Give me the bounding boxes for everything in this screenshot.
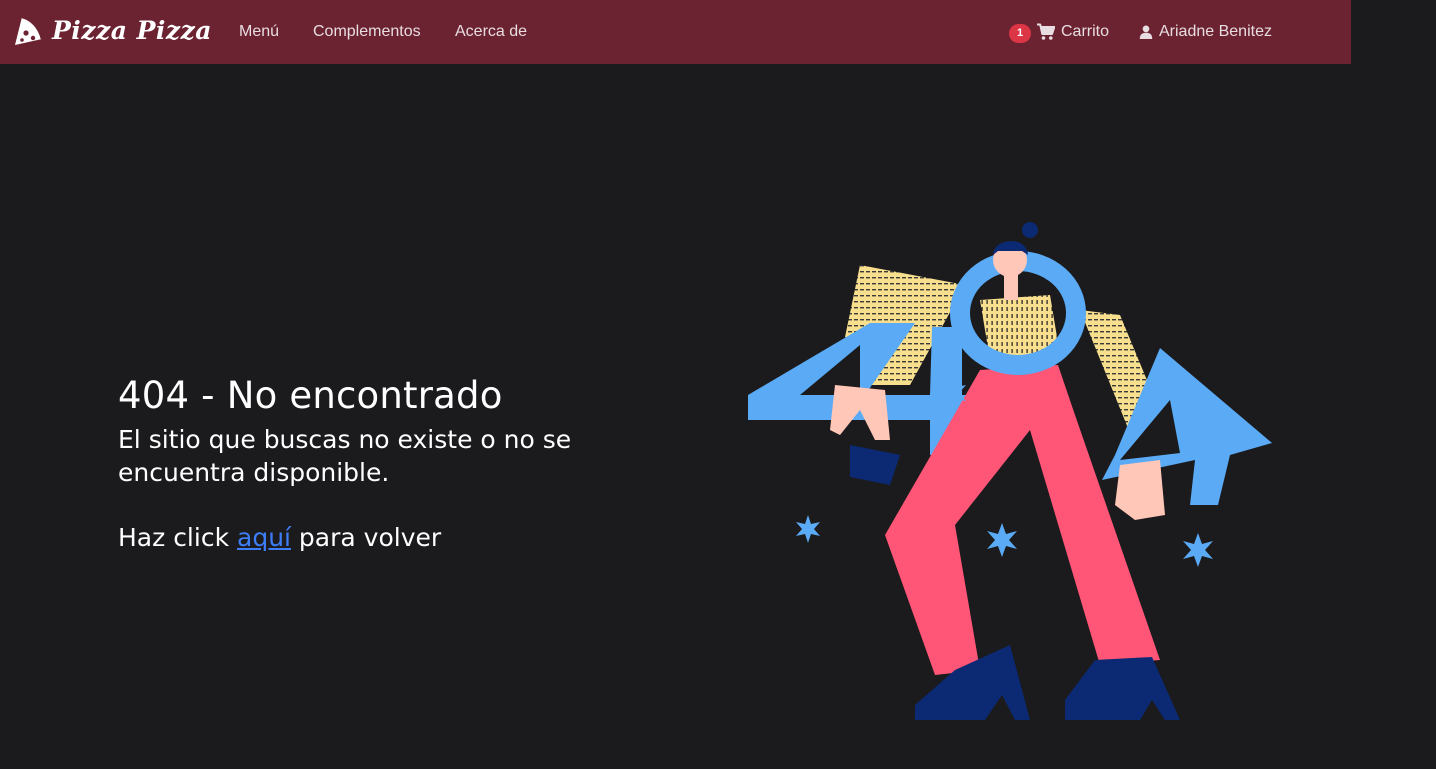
- page-title: 404 - No encontrado: [118, 374, 503, 417]
- back-text-after: para volver: [290, 523, 442, 552]
- back-instructions: Haz click aquí para volver: [118, 521, 578, 554]
- brand-name: Pizza Pizza: [52, 16, 212, 45]
- user-menu-link[interactable]: Ariadne Benitez: [1139, 21, 1272, 43]
- page-subtitle: El sitio que buscas no existe o no se en…: [118, 425, 572, 487]
- nav-link-acerca-de[interactable]: Acerca de: [455, 21, 527, 43]
- user-name: Ariadne Benitez: [1159, 23, 1272, 40]
- cart-link[interactable]: 1 Carrito: [1009, 21, 1109, 43]
- back-text-before: Haz click: [118, 523, 237, 552]
- cart-count-badge: 1: [1009, 24, 1031, 43]
- 404-illustration: [748, 222, 1272, 720]
- shopping-cart-icon: [1037, 23, 1055, 40]
- user-icon: [1139, 25, 1153, 39]
- pizza-slice-icon: [15, 15, 44, 45]
- nav-link-menu[interactable]: Menú: [239, 21, 279, 43]
- brand-link[interactable]: Pizza Pizza: [12, 14, 212, 48]
- navbar: Pizza Pizza Menú Complementos Acerca de …: [0, 0, 1351, 64]
- cart-label: Carrito: [1061, 23, 1110, 40]
- back-link[interactable]: aquí: [237, 523, 291, 552]
- nav-link-complementos[interactable]: Complementos: [313, 21, 421, 43]
- not-found-message: 404 - No encontrado El sitio que buscas …: [118, 372, 578, 554]
